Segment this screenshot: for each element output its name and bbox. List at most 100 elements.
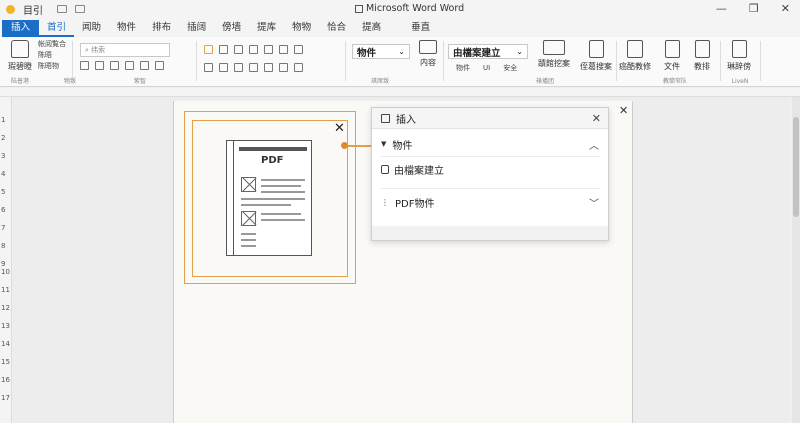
- create-from-file-item[interactable]: 由檔案建立: [372, 158, 608, 180]
- tab-10[interactable]: 提高: [354, 20, 389, 37]
- tab-8[interactable]: 物物: [284, 20, 319, 37]
- undo-icon[interactable]: [75, 5, 85, 13]
- create-from-file-dropdown[interactable]: 由檔案建立 ⌄: [448, 44, 528, 59]
- object-close-icon[interactable]: ✕: [334, 121, 345, 136]
- justify-icon[interactable]: [264, 45, 273, 54]
- outdent-icon[interactable]: [219, 63, 228, 72]
- scrollbar-thumb[interactable]: [793, 117, 799, 217]
- clip-item-3[interactable]: 陈晤物: [38, 61, 66, 72]
- color-icon[interactable]: [155, 61, 164, 70]
- divider: [720, 41, 721, 81]
- maximize-icon[interactable]: ❐: [749, 2, 759, 15]
- cube-icon: [627, 40, 643, 58]
- tab-2[interactable]: 闻助: [74, 20, 109, 37]
- italic-icon[interactable]: [95, 61, 104, 70]
- tab-home[interactable]: 首引: [39, 20, 75, 37]
- align-left-icon[interactable]: [219, 45, 228, 54]
- vertical-ruler[interactable]: 1 2 3 4 5 6 7 8 9 10 11 12 13 14 15 16 1…: [0, 97, 12, 423]
- pdf-header-bar: [239, 147, 307, 151]
- vertical-scrollbar[interactable]: [792, 97, 800, 423]
- window-icon: [355, 4, 363, 13]
- marks-icon[interactable]: [294, 63, 303, 72]
- list-icon[interactable]: [279, 45, 288, 54]
- insert-content-button[interactable]: 内容: [415, 40, 441, 68]
- cube-button[interactable]: 癌酷教修: [618, 40, 652, 72]
- sort-icon[interactable]: [279, 63, 288, 72]
- sub-label-object[interactable]: 物件: [456, 63, 470, 74]
- tab-6[interactable]: 傍墙: [214, 20, 249, 37]
- panel-close-icon[interactable]: ✕: [592, 112, 601, 125]
- browse-button[interactable]: 蹟館挖案: [535, 40, 573, 69]
- folder-icon: [543, 40, 565, 55]
- text-line: [241, 204, 291, 206]
- tab-4[interactable]: 排布: [144, 20, 179, 37]
- title-bar: 目引 Microsoft Word Word — ❐ ✕: [0, 0, 800, 18]
- numbered-list-icon[interactable]: [294, 45, 303, 54]
- ruler-number: 15: [1, 358, 10, 366]
- align-right-icon[interactable]: [249, 45, 258, 54]
- indent-icon[interactable]: [204, 63, 213, 72]
- tab-9[interactable]: 恰合: [319, 20, 354, 37]
- divider: [760, 41, 761, 81]
- chevron-up-icon: ︿: [589, 140, 599, 152]
- pdf-label: PDF: [261, 155, 284, 166]
- window-controls: — ❐ ✕: [716, 2, 790, 15]
- strike-icon[interactable]: [125, 61, 134, 70]
- highlight-icon[interactable]: [204, 45, 213, 54]
- paragraph-icons-row: [204, 45, 303, 54]
- lock-icon: [381, 164, 389, 174]
- underline-icon[interactable]: [110, 61, 119, 70]
- connector-handle[interactable]: [341, 142, 348, 149]
- object-dropdown[interactable]: 物件 ⌄: [352, 44, 410, 59]
- save-icon[interactable]: [57, 5, 67, 13]
- ruler-number: 5: [1, 188, 6, 196]
- group-label-paragraph: 紫智: [133, 78, 146, 85]
- minimize-icon[interactable]: —: [716, 2, 727, 15]
- paste-button[interactable]: 瑕碧瞪: [6, 40, 34, 72]
- file-button[interactable]: 文件: [658, 40, 686, 72]
- clip-item-2[interactable]: 陈晤: [38, 50, 66, 61]
- border-icon[interactable]: [249, 63, 258, 72]
- app-icon: [6, 4, 15, 14]
- share-icon: [694, 40, 710, 58]
- insert-panel: 插入 ✕ ▼ 物件 ︿ 由檔案建立 ⋮ PDF物件 ﹀: [371, 107, 609, 241]
- tab-3[interactable]: 物件: [109, 20, 144, 37]
- section-pdf-object[interactable]: ⋮ PDF物件 ﹀: [372, 191, 608, 213]
- tab-5[interactable]: 插阔: [179, 20, 214, 37]
- shading-icon[interactable]: [264, 63, 273, 72]
- image-placeholder-icon: [241, 211, 256, 226]
- subscript-icon[interactable]: [140, 61, 149, 70]
- ruler-number: 2: [1, 134, 6, 142]
- font-search-input[interactable]: ⌕ 纬索: [80, 43, 170, 57]
- text-line: [261, 185, 301, 187]
- share-button[interactable]: 教排: [688, 40, 716, 72]
- tab-insert-file[interactable]: 插入: [2, 20, 40, 37]
- link-file-button[interactable]: 侄葛搜案: [578, 40, 614, 72]
- tab-7[interactable]: 提库: [249, 20, 284, 37]
- divider: [196, 41, 197, 81]
- window-title: Microsoft Word Word: [355, 3, 464, 14]
- spacing-icon[interactable]: [234, 63, 243, 72]
- page-close-icon[interactable]: ✕: [619, 104, 628, 117]
- addin-button[interactable]: 琳辞傍: [724, 40, 754, 72]
- section-object[interactable]: ▼ 物件 ︿: [372, 133, 608, 155]
- group-label-font: 物叛: [63, 78, 76, 85]
- tab-11[interactable]: 垂直: [403, 20, 438, 37]
- sub-label-security[interactable]: 安全: [503, 63, 517, 74]
- panel-footer: [372, 226, 608, 240]
- ruler-number: 16: [1, 376, 10, 384]
- paragraph-icons-row-2: [204, 63, 303, 72]
- ruler-number: 7: [1, 224, 6, 232]
- window-title-text: Microsoft Word Word: [366, 3, 465, 14]
- sub-label-ui[interactable]: UI: [483, 63, 490, 74]
- close-window-icon[interactable]: ✕: [781, 2, 790, 15]
- file-icon: [664, 40, 680, 58]
- text-line: [261, 219, 305, 221]
- bold-icon[interactable]: [80, 61, 89, 70]
- horizontal-ruler[interactable]: [0, 88, 800, 97]
- mail-icon: [419, 40, 437, 54]
- clip-item-1[interactable]: 帐阅覧合: [38, 39, 66, 50]
- align-center-icon[interactable]: [234, 45, 243, 54]
- group-label-object: 琪席叛: [370, 78, 389, 85]
- image-placeholder-icon: [241, 177, 256, 192]
